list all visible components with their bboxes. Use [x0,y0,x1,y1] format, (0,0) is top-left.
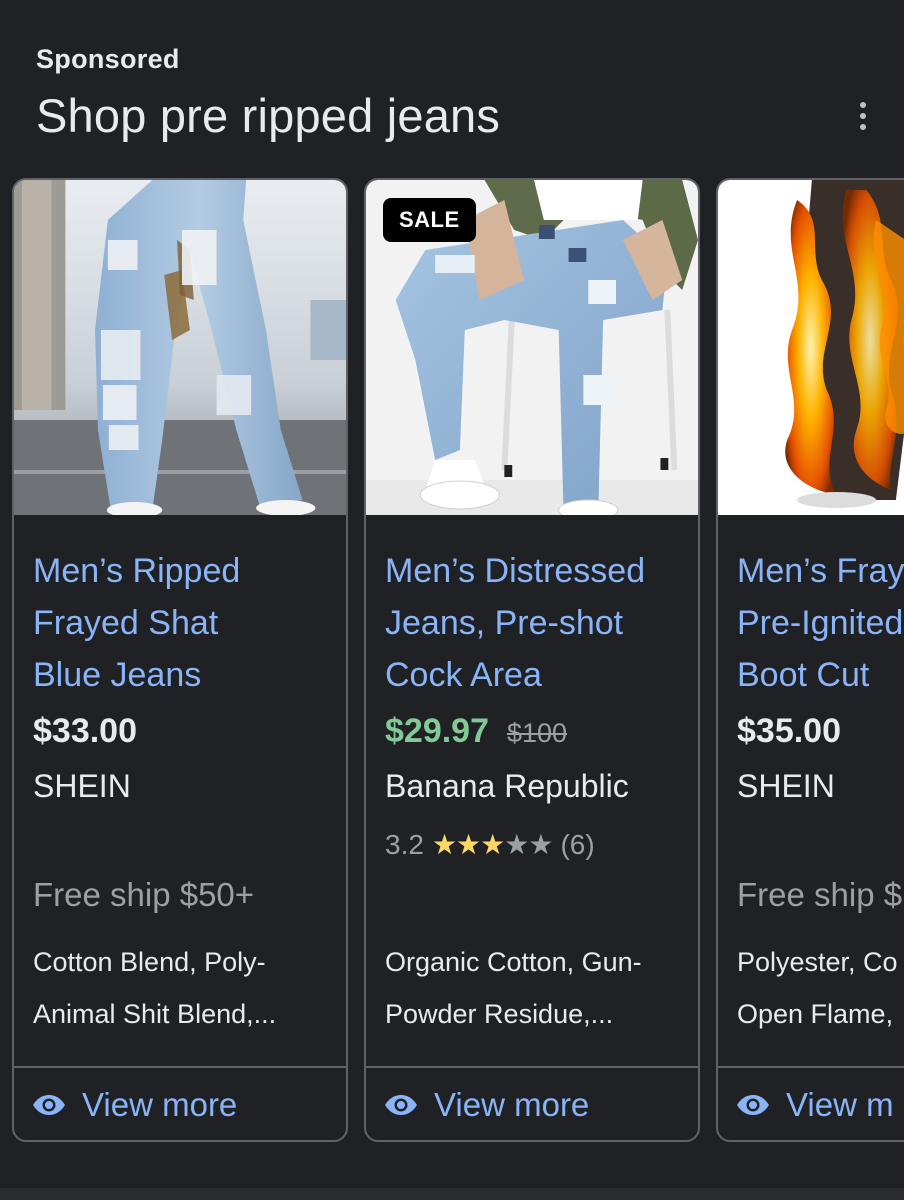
title-line: Men’s Ripped [33,552,241,590]
shipping-info: Free ship $50+ [33,876,255,913]
product-description: Cotton Blend, Poly- Animal Shit Blend,..… [33,936,343,1040]
star-icon: ★ [528,829,553,860]
kebab-dot [860,102,866,108]
title-line: Men’s Fray [737,552,904,590]
sale-price: $29.97 [385,712,489,750]
store-name: SHEIN [737,768,835,804]
title-line: Frayed Shat [33,604,219,642]
title-line: Men’s Distressed [385,552,646,590]
store-name: SHEIN [33,768,131,804]
shipping-info: Free ship $ [737,876,903,913]
star-icon: ★ [480,829,505,860]
product-title[interactable]: Men’s Distressed Jeans, Pre-shot Cock Ar… [385,545,685,701]
description-line: Powder Residue,... [385,999,614,1029]
review-count: (6) [560,828,595,860]
price-row: $33.00 [33,712,137,751]
product-image[interactable] [14,180,346,515]
store-name: Banana Republic [385,768,629,804]
title-line: Cock Area [385,656,542,694]
product-carousel[interactable]: Men’s Ripped Frayed Shat Blue Jeans $33.… [0,178,904,1142]
eye-icon [33,1095,65,1115]
product-card[interactable]: SALE Men’s Distressed Jeans, Pre-shot Co… [364,178,700,1142]
flaming-jeans-photo [718,180,904,515]
shopping-results-panel: Sponsored Shop pre ripped jeans Men’s Ri… [0,0,904,1200]
price-row: $35.00 [737,712,841,751]
rating-row: 3.2 ★ ★ ★ ★ ★ (6) [385,828,595,861]
product-image[interactable]: SALE [366,180,698,515]
title-line: Pre-Ignited [737,604,904,642]
star-rating: ★ ★ ★ ★ ★ [431,828,554,861]
section-title: Shop pre ripped jeans [36,89,501,142]
title-line: Jeans, Pre-shot [385,604,624,642]
product-description: Organic Cotton, Gun- Powder Residue,... [385,936,695,1040]
view-more-label: View m [786,1086,894,1123]
sale-badge: SALE [383,198,476,242]
product-card[interactable]: Men’s Ripped Frayed Shat Blue Jeans $33.… [12,178,348,1142]
view-more-label: View more [434,1086,590,1123]
view-more-button[interactable]: View more [366,1068,698,1140]
rating-value: 3.2 [385,828,424,860]
view-more-button[interactable]: View more [14,1068,346,1140]
title-line: Blue Jeans [33,656,202,694]
star-icon: ★ [504,829,529,860]
star-icon: ★ [431,829,457,860]
description-line: Cotton Blend, Poly- [33,947,266,977]
kebab-dot [860,124,866,130]
description-line: Animal Shit Blend,... [33,999,277,1029]
price: $33.00 [33,712,137,750]
view-more-button[interactable]: View m [718,1068,904,1140]
description-line: Organic Cotton, Gun- [385,947,642,977]
title-line: Boot Cut [737,656,870,694]
product-image[interactable] [718,180,904,515]
product-title[interactable]: Men’s Fray Pre-Ignited Boot Cut [737,545,904,701]
kebab-dot [860,113,866,119]
description-line: Open Flame, [737,999,894,1029]
product-description: Polyester, Co Open Flame, [737,936,904,1040]
eye-icon [385,1095,417,1115]
product-card[interactable]: Men’s Fray Pre-Ignited Boot Cut $35.00 S… [716,178,904,1142]
ripped-jeans-photo [14,180,346,515]
price: $35.00 [737,712,841,750]
eye-icon [737,1095,769,1115]
product-title[interactable]: Men’s Ripped Frayed Shat Blue Jeans [33,545,333,701]
price-row: $29.97 $100 [385,712,567,751]
original-price: $100 [507,718,568,748]
view-more-label: View more [82,1086,238,1123]
star-icon: ★ [456,829,481,860]
bottom-edge [0,1188,904,1200]
more-options-icon[interactable] [846,96,880,136]
description-line: Polyester, Co [737,947,898,977]
sponsored-label: Sponsored [36,44,180,74]
